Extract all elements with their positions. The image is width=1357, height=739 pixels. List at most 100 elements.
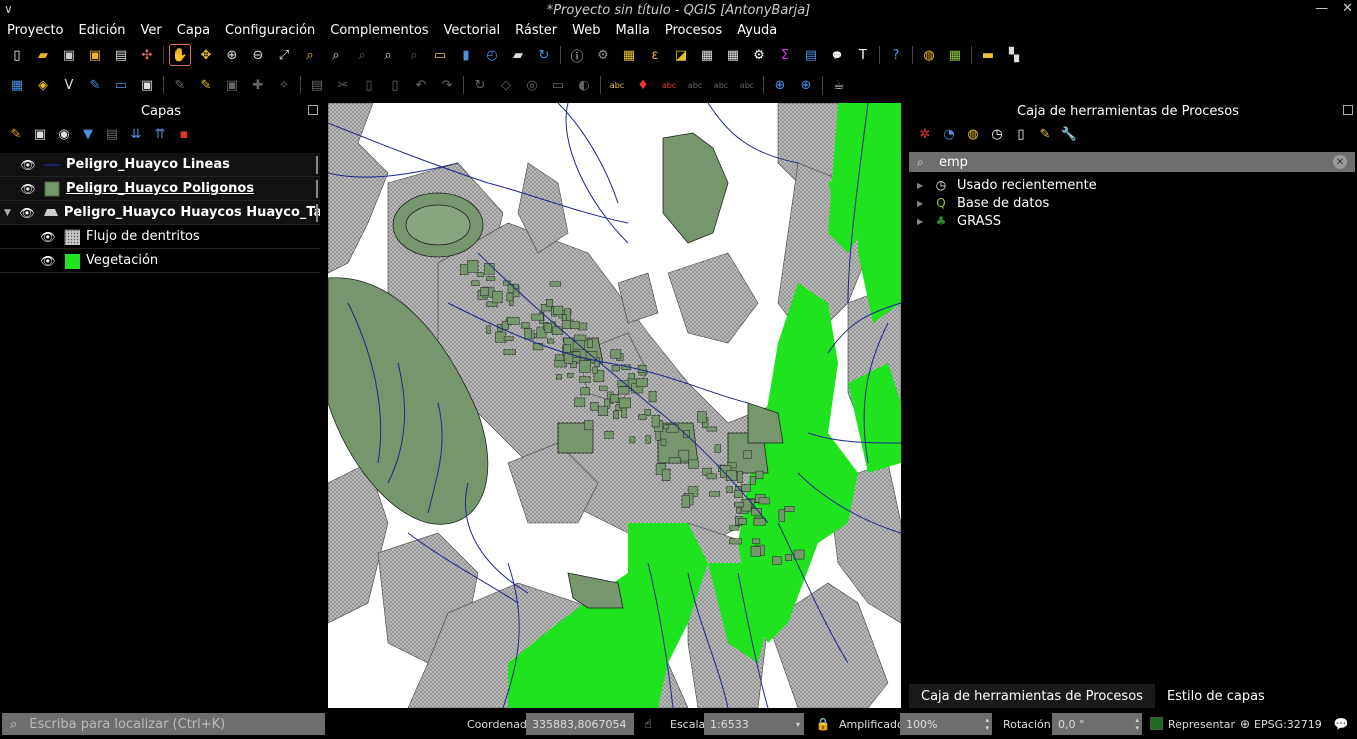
filter-by-expression-icon[interactable]: ▤ [103, 125, 121, 143]
style-manager-icon[interactable]: ✣ [137, 45, 157, 65]
undo-icon[interactable]: ↶ [411, 75, 431, 95]
zoom-to-layer-icon[interactable]: ⌕ [326, 45, 346, 65]
new-3d-view-icon[interactable]: ▮ [456, 45, 476, 65]
new-map-view-icon[interactable]: ▭ [430, 45, 450, 65]
cut-icon[interactable]: ✂ [333, 75, 353, 95]
select-features-icon[interactable]: ▦ [619, 45, 639, 65]
menu-configuracion[interactable]: Configuración [225, 23, 315, 38]
visibility-eye-icon[interactable]: 👁 [40, 229, 56, 245]
paste-icon[interactable]: ▯ [385, 75, 405, 95]
zoom-to-selection-icon[interactable]: ⌕ [300, 45, 320, 65]
simplify-icon[interactable]: ◇ [496, 75, 516, 95]
minimize-icon[interactable]: — [1315, 1, 1328, 16]
new-temp-layer-icon[interactable]: ▣ [137, 75, 157, 95]
legend-item-row[interactable]: 👁 Flujo de dentritos [0, 225, 320, 249]
db-manager-icon[interactable]: ▬ [978, 45, 998, 65]
new-spatialite-icon[interactable]: ✎ [85, 75, 105, 95]
menu-malla[interactable]: Malla [615, 23, 649, 38]
expand-arrow-icon[interactable]: ▶ [917, 217, 933, 226]
wms-icon[interactable]: ⊕ [796, 75, 816, 95]
help-icon[interactable]: ? [886, 45, 906, 65]
menu-web[interactable]: Web [572, 23, 600, 38]
delete-icon[interactable]: ▤ [307, 75, 327, 95]
measure-icon[interactable]: ⚙ [593, 45, 613, 65]
menu-vectorial[interactable]: Vectorial [444, 23, 501, 38]
refresh-icon[interactable]: ↻ [534, 45, 554, 65]
map-svg[interactable] [328, 103, 901, 708]
rotate-label-icon[interactable]: abc [711, 75, 731, 95]
add-feature-icon[interactable]: ✚ [248, 75, 268, 95]
open-project-icon[interactable]: ▰ [33, 45, 53, 65]
python-console-icon[interactable]: ◍ [919, 45, 939, 65]
save-as-icon[interactable]: ▣ [85, 45, 105, 65]
processing-search-input[interactable]: ⌕ emp ✕ [909, 152, 1355, 172]
new-virtual-layer-icon[interactable]: ▭ [111, 75, 131, 95]
move-label-icon[interactable]: abc [685, 75, 705, 95]
field-calculator-icon[interactable]: ▦ [723, 45, 743, 65]
layer-row[interactable]: ▼ 👁 Peligro_Huayco Huaycos Huayco_Taci [0, 201, 320, 225]
zoom-native-icon[interactable]: ⌕ [378, 45, 398, 65]
collapse-all-icon[interactable]: ⇈ [151, 125, 169, 143]
mouse-coords-icon[interactable]: ☝ [640, 716, 656, 732]
add-part-icon[interactable]: ▭ [548, 75, 568, 95]
map-tips-icon[interactable]: ▤ [801, 45, 821, 65]
options-icon[interactable]: 🔧 [1060, 125, 1078, 143]
copy-icon[interactable]: ▯ [359, 75, 379, 95]
magnifier-spinbox[interactable]: 100% ▴ ▾ [900, 713, 992, 735]
zoom-full-icon[interactable]: ⤢ [274, 45, 294, 65]
expand-arrow-icon[interactable]: ▶ [917, 181, 933, 190]
print-layout-icon[interactable]: ▤ [111, 45, 131, 65]
expand-arrow-icon[interactable]: ▶ [917, 199, 933, 208]
zoom-last-icon[interactable]: ⌕ [352, 45, 372, 65]
coffee-icon[interactable]: ☕ [829, 75, 849, 95]
pin-label-icon[interactable]: ♦ [633, 75, 653, 95]
messages-icon[interactable]: 💬 [1333, 716, 1349, 732]
menu-proyecto[interactable]: Proyecto [7, 23, 64, 38]
select-by-value-icon[interactable]: ε [645, 45, 665, 65]
models-icon[interactable]: ✲ [916, 125, 934, 143]
locator-input[interactable]: ⌕ Escriba para localizar (Ctrl+K) [2, 713, 325, 735]
label-icon[interactable]: abc [607, 75, 627, 95]
identify-icon[interactable]: ⓘ [567, 45, 587, 65]
rotation-spinbox[interactable]: 0,0 ° ▴ ▾ [1052, 713, 1142, 735]
processing-toolbox-icon[interactable]: ⚙ [749, 45, 769, 65]
menu-edicion[interactable]: Edición [79, 23, 126, 38]
results-viewer-icon[interactable]: ▯ [1012, 125, 1030, 143]
edit-features-in-place-icon[interactable]: ✎ [1036, 125, 1054, 143]
visibility-eye-icon[interactable]: 👁 [20, 157, 36, 173]
layer-row[interactable]: 👁 Peligro_Huayco Lineas [0, 153, 320, 177]
crs-globe-icon[interactable]: ⊕ [1237, 716, 1253, 732]
visibility-eye-icon[interactable]: 👁 [19, 205, 34, 221]
menu-raster[interactable]: Ráster [515, 23, 557, 38]
coordinate-field[interactable]: 335883,8067054 [526, 713, 634, 735]
show-label-icon[interactable]: abc [659, 75, 679, 95]
data-source-manager-icon[interactable]: ▦ [7, 75, 27, 95]
history-icon[interactable]: ◷ [988, 125, 1006, 143]
panel-float-icon[interactable] [308, 105, 318, 115]
menu-ayuda[interactable]: Ayuda [737, 23, 777, 38]
spin-arrows-icon[interactable]: ▴ ▾ [1135, 716, 1139, 732]
close-icon[interactable]: ✕ [1342, 1, 1353, 16]
crs-button[interactable]: EPSG:32719 [1254, 718, 1322, 731]
overview-icon[interactable]: ▚ [1004, 45, 1024, 65]
python-scripts-icon[interactable]: ◍ [964, 125, 982, 143]
layer-styling-icon[interactable]: ✎ [7, 125, 25, 143]
pan-icon[interactable]: ✋ [169, 44, 191, 66]
history-model-icon[interactable]: ◔ [940, 125, 958, 143]
new-shapefile-icon[interactable]: V [59, 75, 79, 95]
statistics-icon[interactable]: Σ [775, 45, 795, 65]
text-annotation-icon[interactable]: T [853, 45, 873, 65]
deselect-icon[interactable]: ◪ [671, 45, 691, 65]
scale-combo[interactable]: 1:6533 ▾ [704, 713, 804, 735]
zoom-next-icon[interactable]: ⌕ [404, 45, 424, 65]
globe-icon[interactable]: ⊕ [770, 75, 790, 95]
bookmarks-icon[interactable]: ▰ [508, 45, 528, 65]
menu-ver[interactable]: Ver [141, 23, 162, 38]
redo-icon[interactable]: ↷ [437, 75, 457, 95]
menu-complementos[interactable]: Complementos [330, 23, 428, 38]
render-checkbox[interactable] [1150, 717, 1163, 730]
tree-item-grass[interactable]: ▶ ♣ GRASS [909, 212, 1355, 230]
legend-item-row[interactable]: 👁 Vegetación [0, 249, 320, 273]
panel-float-icon[interactable] [1343, 105, 1353, 115]
digitize-icon[interactable]: ✎ [196, 75, 216, 95]
